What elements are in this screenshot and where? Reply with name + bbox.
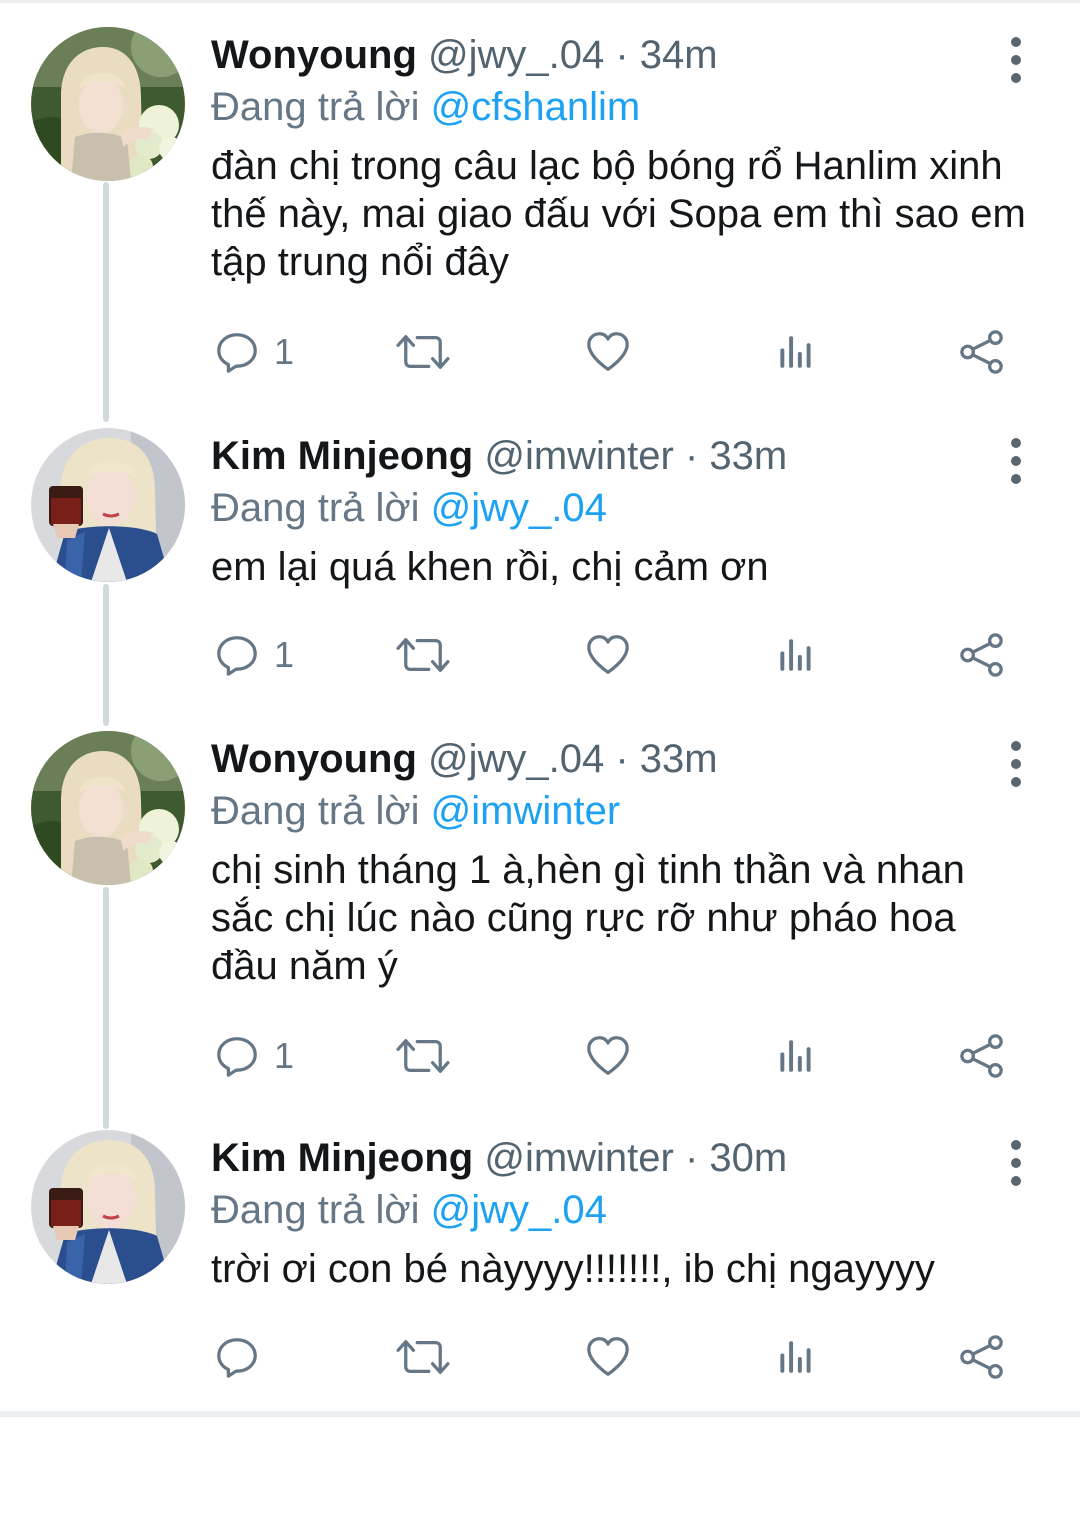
retweet-button[interactable] [396,1026,450,1086]
replying-to-line: Đang trả lời @cfshanlim [211,79,640,135]
retweet-icon [396,632,450,678]
like-button[interactable] [585,1026,631,1086]
retweet-icon [396,329,450,375]
more-options-icon[interactable] [996,35,1036,95]
tweet-header: Wonyoung @jwy_.04 · 34m [211,27,718,83]
replying-to-mention[interactable]: @imwinter [431,789,621,833]
tweet-actions: 1 [0,322,1080,382]
share-icon [959,632,1005,678]
avatar[interactable] [31,27,185,181]
share-icon [959,329,1005,375]
more-options-icon[interactable] [996,436,1036,496]
reply-count: 1 [274,1035,295,1076]
bar-chart-icon [776,330,818,374]
thread-page: Wonyoung @jwy_.04 · 34m Đang trả lời @cf… [0,0,1080,1417]
tweet-header: Kim Minjeong @imwinter · 33m [211,428,787,484]
avatar[interactable] [31,1130,185,1284]
tweet[interactable]: Wonyoung @jwy_.04 · 34m Đang trả lời @cf… [0,27,1080,427]
reply-button[interactable]: 1 [214,322,294,382]
handle[interactable]: @imwinter [484,1136,674,1180]
avatar[interactable] [31,731,185,885]
tweet-header: Kim Minjeong @imwinter · 30m [211,1130,787,1186]
tweet-actions [0,1327,1080,1387]
replying-to-label: Đang trả lời [211,486,431,530]
share-button[interactable] [959,1327,1005,1387]
replying-to-label: Đang trả lời [211,789,431,833]
share-icon [959,1334,1005,1380]
like-button[interactable] [585,1327,631,1387]
more-options-icon[interactable] [996,1138,1036,1198]
bar-chart-icon [776,633,818,677]
speech-bubble-icon [214,329,260,375]
display-name[interactable]: Kim Minjeong [211,1136,473,1180]
heart-icon [585,632,631,678]
heart-icon [585,329,631,375]
timestamp[interactable]: · 30m [685,1136,787,1180]
reply-count: 1 [274,331,295,372]
avatar[interactable] [31,428,185,582]
tweet-actions: 1 [0,625,1080,685]
tweet[interactable]: Wonyoung @jwy_.04 · 33m Đang trả lời @im… [0,731,1080,1131]
replying-to-line: Đang trả lời @imwinter [211,783,620,839]
heart-icon [585,1334,631,1380]
tweet-header: Wonyoung @jwy_.04 · 33m [211,731,718,787]
tweet-text: trời ơi con bé nàyyyy!!!!!!!, ib chị nga… [211,1247,935,1291]
tweet-text: em lại quá khen rồi, chị cảm ơn [211,545,769,589]
timestamp[interactable]: · 33m [615,737,717,781]
handle[interactable]: @imwinter [484,434,674,478]
share-button[interactable] [959,1026,1005,1086]
timestamp[interactable]: · 34m [615,33,717,77]
more-options-icon[interactable] [996,739,1036,799]
retweet-icon [396,1334,450,1380]
top-divider [0,0,1080,3]
handle[interactable]: @jwy_.04 [428,737,604,781]
retweet-button[interactable] [396,322,450,382]
share-button[interactable] [959,625,1005,685]
analytics-button[interactable] [776,322,818,382]
retweet-button[interactable] [396,1327,450,1387]
speech-bubble-icon [214,632,260,678]
tweet-actions: 1 [0,1026,1080,1086]
reply-button[interactable] [214,1327,274,1387]
reply-count: 1 [274,634,295,675]
bar-chart-icon [776,1335,818,1379]
reply-button[interactable]: 1 [214,625,294,685]
replying-to-line: Đang trả lời @jwy_.04 [211,1182,607,1238]
bar-chart-icon [776,1034,818,1078]
display-name[interactable]: Kim Minjeong [211,434,473,478]
replying-to-mention[interactable]: @jwy_.04 [431,1188,607,1232]
handle[interactable]: @jwy_.04 [428,33,604,77]
analytics-button[interactable] [776,1026,818,1086]
display-name[interactable]: Wonyoung [211,737,417,781]
analytics-button[interactable] [776,625,818,685]
like-button[interactable] [585,322,631,382]
retweet-icon [396,1033,450,1079]
analytics-button[interactable] [776,1327,818,1387]
share-button[interactable] [959,322,1005,382]
replying-to-label: Đang trả lời [211,1188,431,1232]
bottom-divider [0,1411,1080,1417]
timestamp[interactable]: · 33m [685,434,787,478]
tweet-text: chị sinh tháng 1 à,hèn gì tinh thần và n… [211,848,965,988]
share-icon [959,1033,1005,1079]
replying-to-label: Đang trả lời [211,85,431,129]
heart-icon [585,1033,631,1079]
retweet-button[interactable] [396,625,450,685]
speech-bubble-icon [214,1033,260,1079]
display-name[interactable]: Wonyoung [211,33,417,77]
speech-bubble-icon [214,1334,260,1380]
replying-to-mention[interactable]: @jwy_.04 [431,486,607,530]
replying-to-line: Đang trả lời @jwy_.04 [211,480,607,536]
like-button[interactable] [585,625,631,685]
reply-button[interactable]: 1 [214,1026,294,1086]
tweet-text: đàn chị trong câu lạc bộ bóng rổ Hanlim … [211,144,1026,284]
replying-to-mention[interactable]: @cfshanlim [431,85,641,129]
tweet[interactable]: Kim Minjeong @imwinter · 30m Đang trả lờ… [0,1130,1080,1530]
